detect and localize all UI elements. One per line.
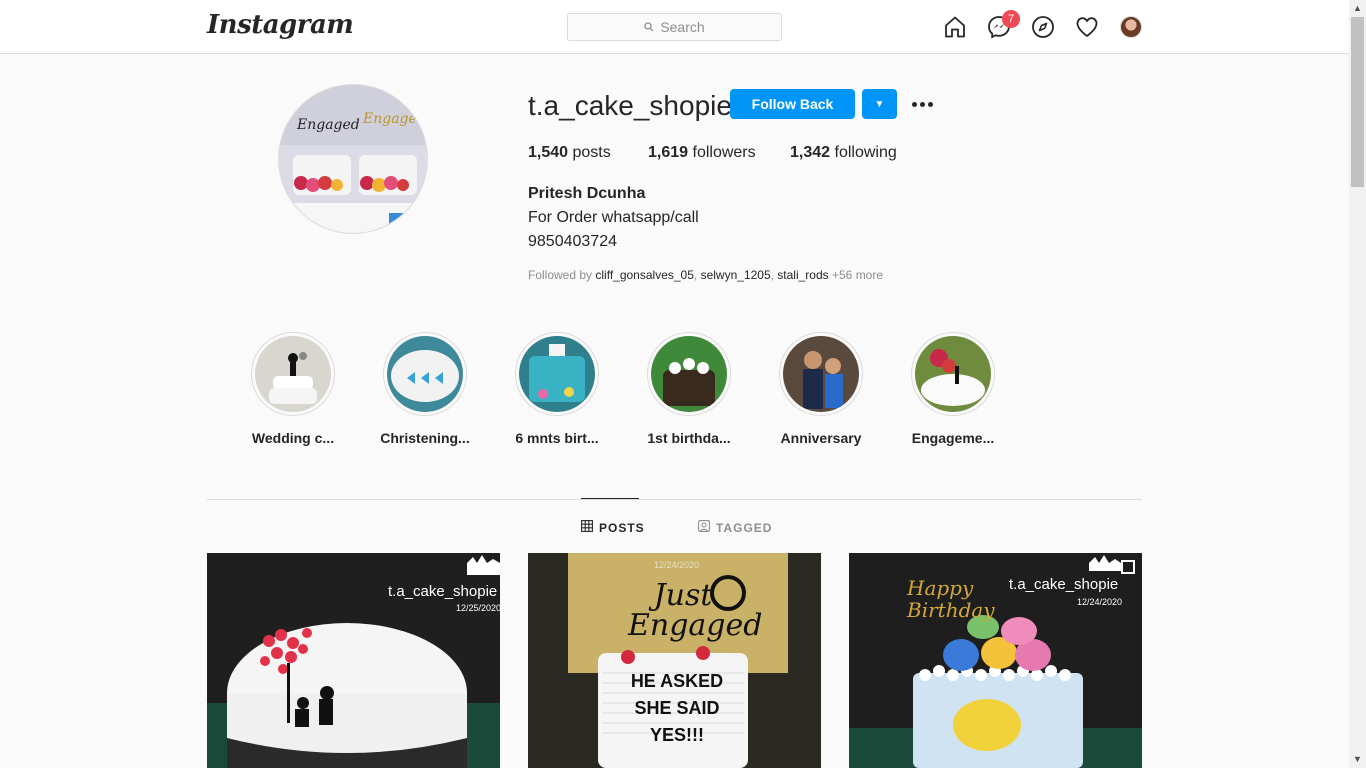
highlight-label: 1st birthda... (647, 430, 731, 446)
highlight-thumbnail (651, 336, 727, 412)
cake-topper-text: Just Engaged (628, 578, 763, 643)
scroll-down-arrow-icon[interactable]: ▼ (1349, 751, 1366, 768)
post-thumbnail[interactable]: Happy Birthday t.a_cake_shopie 12/24/202… (849, 553, 1142, 768)
post-watermark: t.a_cake_shopie (388, 583, 498, 600)
followed-by-more: +56 more (832, 268, 884, 282)
following-label: following (834, 144, 897, 161)
search-icon (644, 22, 654, 32)
multiple-photos-icon (1117, 560, 1131, 574)
post-thumbnail[interactable]: Just Engaged HE ASKED SHE SAID YES!!! 12… (528, 553, 821, 768)
following-count: 1,342 (790, 144, 831, 161)
caret-down-icon: ▼ (874, 98, 885, 110)
cake-writing-text: HE ASKED SHE SAID YES!!! (630, 671, 724, 745)
tab-tagged[interactable]: TAGGED (698, 520, 772, 535)
highlight-thumbnail (387, 336, 463, 412)
followers-label: followers (692, 144, 756, 161)
story-highlight[interactable]: 6 mnts birt... (512, 332, 602, 446)
tabs-divider (207, 499, 1142, 500)
post-date: 12/24/2020 (1077, 597, 1123, 607)
story-highlight[interactable]: Anniversary (776, 332, 866, 446)
followed-by-prefix: Followed by (528, 268, 593, 282)
activity-heart-icon[interactable] (1074, 14, 1100, 40)
followers-count: 1,619 (648, 144, 689, 161)
home-icon[interactable] (942, 14, 968, 40)
post-watermark: t.a_cake_shopie (1009, 576, 1119, 593)
tab-tagged-label: TAGGED (716, 520, 773, 535)
scroll-up-arrow-icon[interactable]: ▲ (1349, 0, 1366, 17)
messages-badge: 7 (1002, 10, 1020, 28)
highlight-label: Christening... (380, 430, 470, 446)
profile-full-name: Pritesh Dcunha (528, 185, 646, 202)
grid-icon (581, 520, 593, 535)
follower-username: cliff_gonsalves_05 (595, 268, 694, 282)
tagged-user-icon (698, 520, 710, 535)
scroll-thumb[interactable] (1351, 17, 1364, 187)
highlight-label: Wedding c... (251, 430, 335, 446)
avatar (1120, 16, 1142, 38)
more-options-button[interactable] (908, 91, 936, 117)
search-placeholder: Search (660, 19, 705, 35)
explore-icon[interactable] (1030, 14, 1056, 40)
tab-posts[interactable]: POSTS (581, 520, 645, 535)
messenger-icon[interactable]: 7 (986, 10, 1020, 40)
profile-bio-phone: 9850403724 (528, 233, 617, 250)
dot-icon (927, 101, 933, 107)
follower-username: stali_rods (777, 268, 829, 282)
instagram-logo[interactable]: Instagram (207, 10, 354, 40)
post-thumbnail[interactable]: t.a_cake_shopie 12/25/2020 (207, 553, 500, 768)
profile-username: t.a_cake_shopie (528, 90, 732, 121)
profile-picture[interactable]: Engaged Engaged (278, 84, 428, 234)
highlight-thumbnail (255, 336, 331, 412)
page-scrollbar[interactable]: ▲ ▼ (1349, 0, 1366, 768)
profile-bio-line: For Order whatsapp/call (528, 209, 699, 226)
search-input[interactable]: Search (567, 13, 782, 41)
cake-topper-text-1: Engaged (296, 117, 360, 133)
active-tab-indicator (581, 498, 639, 499)
story-highlight[interactable]: Christening... (380, 332, 470, 446)
cake-topper-text-2: Engaged (362, 111, 426, 127)
follower-username: selwyn_1205 (700, 268, 771, 282)
post-date: 12/25/2020 (456, 603, 500, 613)
followers-link[interactable]: 1,619 followers (648, 144, 756, 162)
tab-posts-label: POSTS (599, 520, 645, 535)
posts-label: posts (572, 144, 611, 161)
highlight-label: Anniversary (780, 430, 862, 446)
highlight-label: Engageme... (911, 430, 995, 446)
story-highlight[interactable]: Wedding c... (248, 332, 338, 446)
highlight-thumbnail (915, 336, 991, 412)
posts-count: 1,540 (528, 144, 569, 161)
follow-back-button[interactable]: Follow Back (730, 89, 855, 119)
top-navigation-bar: Instagram Search 7 (0, 0, 1349, 54)
dot-icon (911, 101, 917, 107)
cake-topper-text: Happy Birthday (907, 576, 995, 622)
story-highlight[interactable]: Engageme... (908, 332, 998, 446)
posts-count-stat: 1,540 posts (528, 144, 611, 162)
profile-avatar[interactable] (1118, 14, 1144, 40)
story-highlight[interactable]: 1st birthda... (644, 332, 734, 446)
dot-icon (919, 101, 925, 107)
post-date: 12/24/2020 (654, 560, 700, 570)
following-link[interactable]: 1,342 following (790, 144, 897, 162)
followed-by-link[interactable]: Followed by cliff_gonsalves_05, selwyn_1… (528, 268, 883, 282)
suggestions-dropdown-button[interactable]: ▼ (862, 89, 897, 119)
highlight-thumbnail (783, 336, 859, 412)
highlight-thumbnail (519, 336, 595, 412)
highlight-label: 6 mnts birt... (515, 430, 599, 446)
